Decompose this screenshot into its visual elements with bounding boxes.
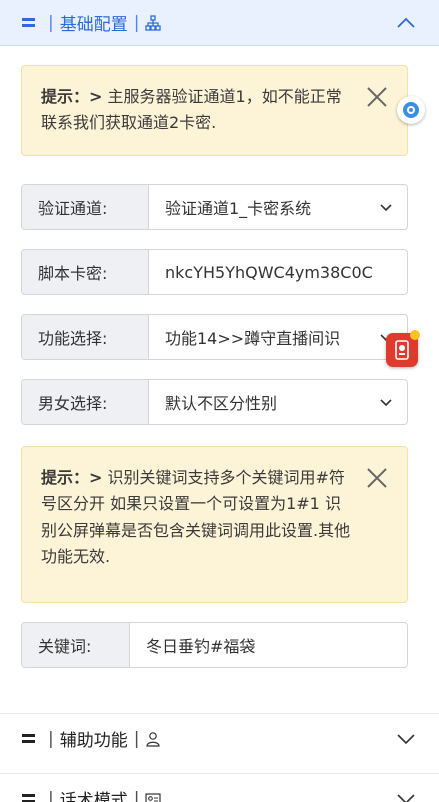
notice-lead: 提示：> (41, 87, 103, 106)
section-speech-header[interactable]: | 话术模式 | (0, 773, 439, 802)
channel-select[interactable]: 验证通道: 验证通道1_卡密系统 (21, 184, 408, 230)
user-icon (146, 731, 161, 747)
notice-server-channel: 提示：> 主服务器验证通道1，如不能正常联系我们获取通道2卡密. (21, 65, 408, 156)
gender-label: 男女选择: (22, 380, 149, 424)
card-key-label: 脚本卡密: (22, 250, 149, 294)
section-title: 基础配置 (59, 15, 128, 35)
keyword-value: 冬日垂钓#福袋 (146, 637, 256, 656)
function-label: 功能选择: (22, 315, 149, 359)
close-icon[interactable] (365, 85, 389, 109)
floating-assistant-icon[interactable] (397, 96, 425, 124)
channel-value-text: 验证通道1_卡密系统 (165, 199, 312, 218)
function-value-text: 功能14>>蹲守直播间识 (165, 329, 341, 348)
section-title: 辅助功能 (59, 731, 128, 751)
function-value[interactable]: 功能14>>蹲守直播间识 (149, 315, 407, 359)
gender-select[interactable]: 男女选择: 默认不区分性别 (21, 379, 408, 425)
separator: | (133, 12, 140, 33)
menu-lines-icon (22, 793, 35, 802)
card-key-field[interactable]: 脚本卡密: nkcYH5YhQWC4ym38C0C (21, 249, 408, 295)
section-assist-header[interactable]: | 辅助功能 | (0, 713, 439, 763)
notification-dot-icon (410, 330, 420, 340)
close-icon[interactable] (365, 466, 389, 490)
chevron-up-icon[interactable] (395, 12, 417, 34)
notice-keywords: 提示：> 识别关键词支持多个关键词用#符号区分开 如果只设置一个可设置为1#1 … (21, 446, 408, 603)
section-basic-config-header[interactable]: | 基础配置 | (0, 0, 439, 46)
keyword-input[interactable]: 冬日垂钓#福袋 (130, 623, 407, 667)
notice-lead: 提示：> (41, 468, 103, 487)
chevron-down-icon[interactable] (395, 788, 417, 802)
id-card-icon (145, 792, 162, 802)
gender-value-text: 默认不区分性别 (165, 394, 278, 413)
keyword-field[interactable]: 关键词: 冬日垂钓#福袋 (21, 622, 408, 668)
keyword-label: 关键词: (22, 623, 130, 667)
chevron-down-icon (380, 399, 392, 407)
chevron-down-icon[interactable] (395, 728, 417, 750)
separator: | (133, 728, 140, 749)
menu-lines-icon (22, 733, 35, 744)
separator: | (48, 788, 54, 802)
separator: | (48, 12, 54, 33)
separator: | (48, 728, 54, 749)
channel-value[interactable]: 验证通道1_卡密系统 (149, 185, 407, 229)
card-key-input[interactable]: nkcYH5YhQWC4ym38C0C (149, 250, 407, 294)
sitemap-icon (145, 14, 162, 31)
card-key-value: nkcYH5YhQWC4ym38C0C (165, 262, 373, 282)
channel-label: 验证通道: (22, 185, 149, 229)
function-select[interactable]: 功能选择: 功能14>>蹲守直播间识 (21, 314, 408, 360)
chevron-down-icon (380, 204, 392, 212)
section-title: 话术模式 (59, 791, 128, 802)
separator: | (133, 788, 140, 802)
menu-lines-icon (22, 17, 35, 28)
gender-value[interactable]: 默认不区分性别 (149, 380, 407, 424)
